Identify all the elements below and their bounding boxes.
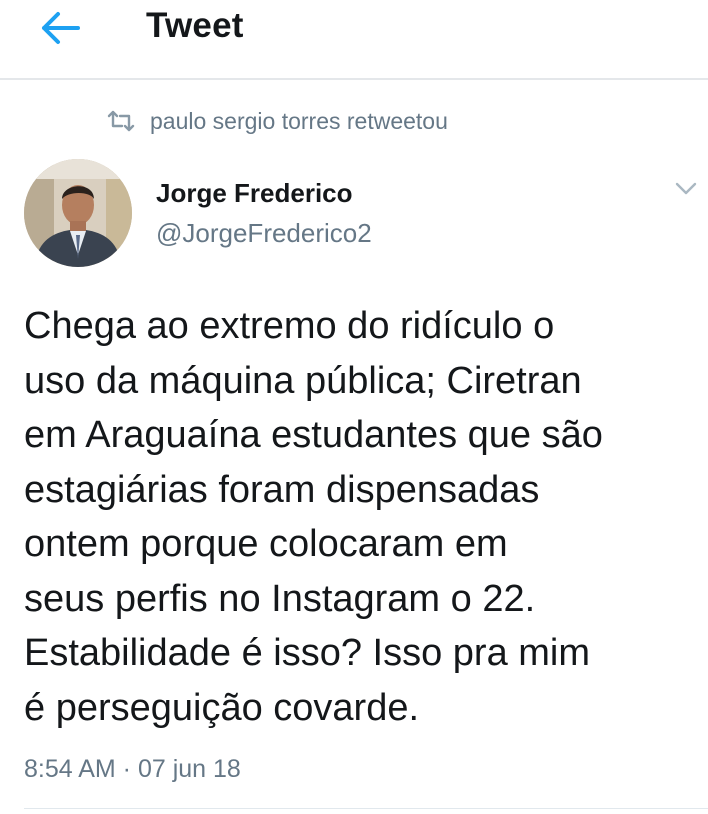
tweet-timestamp: 8:54 AM · 07 jun 18 [24,755,241,783]
avatar[interactable] [24,159,132,267]
retweet-icon [107,110,135,132]
tweet-menu-button[interactable] [668,174,704,204]
back-button[interactable] [34,8,86,48]
chevron-down-icon [675,182,697,195]
retweet-context-label: paulo sergio torres retweetou [150,107,448,134]
arrow-left-icon [42,12,80,44]
tweet-text: Chega ao extremo do ridículo o uso da má… [24,305,603,729]
divider [24,808,708,809]
top-app-bar: Tweet [0,0,708,80]
tweet-detail-screen: Tweet paulo sergio torres retweetou Jorg… [0,0,708,814]
retweet-context[interactable]: paulo sergio torres retweetou [106,104,448,138]
author-handle[interactable]: @JorgeFrederico2 [156,216,372,250]
page-title: Tweet [146,6,244,45]
avatar-photo [24,159,132,267]
author-name[interactable]: Jorge Frederico [156,176,353,210]
